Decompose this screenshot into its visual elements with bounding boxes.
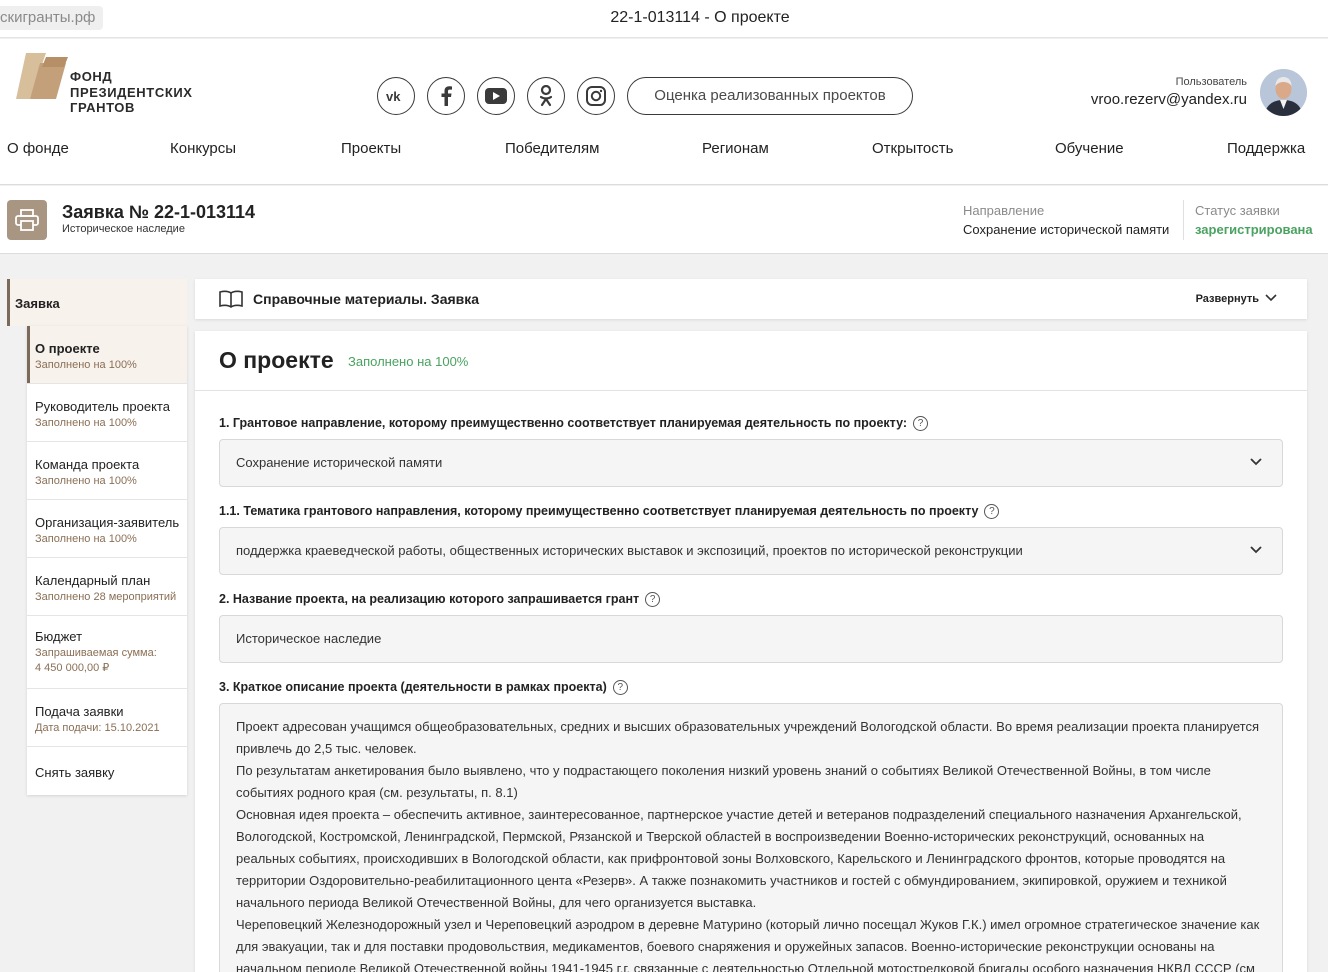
logo-text: ФОНД ПРЕЗИДЕНТСКИХ ГРАНТОВ [70, 69, 193, 115]
direction-label: Направление [963, 203, 1045, 218]
question-3-label: 3. Краткое описание проекта (деятельност… [219, 680, 628, 696]
reference-title: Справочные материалы. Заявка [253, 291, 480, 307]
evaluate-projects-button[interactable]: Оценка реализованных проектов [627, 77, 913, 115]
sidebar-item-label: Подача заявки [35, 704, 124, 719]
logo-mark-icon [16, 53, 68, 99]
print-button[interactable] [7, 200, 47, 240]
application-subtitle: Историческое наследие [62, 223, 185, 235]
user-role: Пользователь [1175, 76, 1247, 88]
main-nav: О фонде Конкурсы Проекты Победителям Рег… [0, 140, 1328, 160]
description-paragraph: Череповецкий Железнодорожный узел и Чере… [236, 917, 1263, 972]
user-email[interactable]: vroo.rezerv@yandex.ru [1091, 91, 1247, 108]
status-label: Статус заявки [1195, 203, 1280, 218]
nav-item-support[interactable]: Поддержка [1227, 140, 1305, 157]
chevron-down-icon [1250, 458, 1262, 466]
sidebar-item-team[interactable]: Команда проекта Заполнено на 100% [27, 442, 187, 500]
help-icon[interactable]: ? [612, 680, 628, 696]
help-icon[interactable]: ? [645, 592, 661, 608]
sidebar-item-status: Дата подачи: 15.10.2021 [35, 722, 160, 734]
sidebar-item-status: Заполнено на 100% [35, 417, 137, 429]
help-icon[interactable]: ? [984, 504, 1000, 520]
description-paragraph: Основная идея проекта – обеспечить актив… [236, 807, 1246, 910]
nav-item-contests[interactable]: Конкурсы [170, 140, 236, 157]
description-paragraph: По результатам анкетирования было выявле… [236, 763, 1215, 800]
book-icon [219, 290, 243, 308]
instagram-icon[interactable] [577, 77, 615, 115]
sidebar-item-budget[interactable]: Бюджет Запрашиваемая сумма: 4 450 000,00… [27, 616, 187, 689]
question-1-1-label: 1.1. Тематика грантового направления, ко… [219, 504, 1000, 520]
question-1-label: 1. Грантовое направление, которому преим… [219, 416, 929, 432]
sidebar-item-about[interactable]: О проекте Заполнено на 100% [27, 326, 187, 384]
sidebar-item-status: Заполнено 28 мероприятий [35, 591, 177, 603]
sidebar-item-calendar[interactable]: Календарный план Заполнено 28 мероприяти… [27, 558, 187, 616]
status-badge: зарегистрирована [1195, 222, 1313, 237]
sidebar-item-label: Руководитель проекта [35, 399, 170, 414]
sidebar-header[interactable]: Заявка [7, 279, 187, 326]
project-form: О проекте Заполнено на 100% 1. Грантовое… [195, 331, 1307, 972]
application-bar: Заявка № 22-1-013114 Историческое наслед… [0, 186, 1328, 254]
sidebar-item-status: Заполнено на 100% [35, 475, 137, 487]
direction-value: Сохранение исторической памяти [963, 222, 1170, 237]
nav-item-openness[interactable]: Открытость [872, 140, 953, 157]
logo[interactable]: ФОНД ПРЕЗИДЕНТСКИХ ГРАНТОВ [16, 53, 216, 117]
nav-item-education[interactable]: Обучение [1055, 140, 1124, 157]
project-description-textarea[interactable]: Проект адресован учащимся общеобразовате… [219, 703, 1283, 972]
project-name-input[interactable]: Историческое наследие [219, 615, 1283, 663]
nav-item-about[interactable]: О фонде [7, 140, 69, 157]
sidebar-item-leader[interactable]: Руководитель проекта Заполнено на 100% [27, 384, 187, 442]
facebook-icon[interactable] [427, 77, 465, 115]
sidebar-item-label: О проекте [35, 341, 100, 356]
help-icon[interactable]: ? [913, 416, 929, 432]
sidebar-item-status: Запрашиваемая сумма: 4 450 000,00 ₽ [35, 647, 157, 674]
nav-item-regions[interactable]: Регионам [702, 140, 769, 157]
sidebar-item-withdraw[interactable]: Снять заявку [27, 747, 187, 795]
nav-item-projects[interactable]: Проекты [341, 140, 401, 157]
sidebar-item-status: Заполнено на 100% [35, 359, 137, 371]
sidebar-item-label: Снять заявку [35, 765, 115, 780]
application-title: Заявка № 22-1-013114 [62, 202, 256, 222]
description-paragraph: Проект адресован учащимся общеобразовате… [236, 719, 1263, 756]
page-title: О проекте [219, 347, 334, 373]
sidebar-item-organization[interactable]: Организация-заявитель Заполнено на 100% [27, 500, 187, 558]
grant-theme-select[interactable]: поддержка краеведческой работы, обществе… [219, 527, 1283, 575]
form-header: О проекте Заполнено на 100% [195, 331, 1307, 391]
sidebar-item-status: Заполнено на 100% [35, 533, 137, 545]
sidebar-item-label: Команда проекта [35, 457, 140, 472]
window-bar: скигранты.рф 22-1-013114 - О проекте [0, 0, 1328, 38]
reference-panel: Справочные материалы. Заявка Развернуть [195, 279, 1307, 319]
avatar[interactable] [1260, 69, 1307, 116]
sidebar-item-submission[interactable]: Подача заявки Дата подачи: 15.10.2021 [27, 689, 187, 747]
odnoklassniki-icon[interactable] [527, 77, 565, 115]
question-2-label: 2. Название проекта, на реализацию котор… [219, 592, 661, 608]
site-header: ФОНД ПРЕЗИДЕНТСКИХ ГРАНТОВ vk Оценка реа… [0, 39, 1328, 185]
window-title: 22-1-013114 - О проекте [610, 9, 790, 26]
chevron-down-icon[interactable] [1265, 294, 1277, 302]
printer-icon [15, 209, 39, 231]
svg-text:vk: vk [386, 89, 401, 103]
nav-item-winners[interactable]: Победителям [505, 140, 599, 157]
grant-direction-select[interactable]: Сохранение исторической памяти [219, 439, 1283, 487]
sidebar-item-label: Бюджет [35, 629, 83, 644]
sidebar-item-label: Календарный план [35, 573, 151, 588]
completion-status: Заполнено на 100% [348, 354, 469, 369]
sidebar-item-label: Организация-заявитель [35, 515, 180, 530]
divider [1183, 200, 1184, 240]
vk-icon[interactable]: vk [377, 77, 415, 115]
expand-button[interactable]: Развернуть [1196, 293, 1259, 305]
chevron-down-icon [1250, 546, 1262, 554]
youtube-icon[interactable] [477, 77, 515, 115]
sidebar: О проекте Заполнено на 100% Руководитель… [27, 326, 187, 795]
